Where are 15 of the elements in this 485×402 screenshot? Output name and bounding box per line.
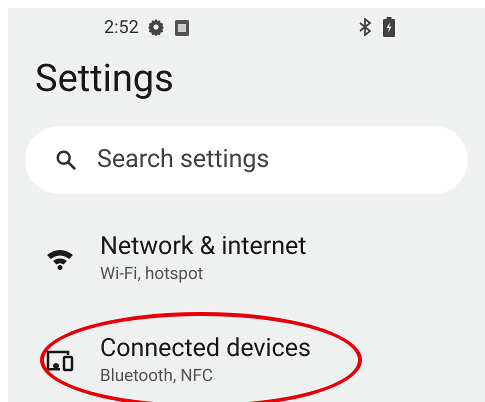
devices-icon: [45, 349, 75, 373]
wifi-icon: [45, 248, 75, 270]
battery-icon: [383, 17, 395, 37]
status-time: 2:52: [104, 16, 139, 40]
search-icon: [55, 149, 77, 171]
search-bar[interactable]: Search settings: [25, 126, 468, 194]
clipboard-icon: [174, 18, 189, 36]
item-subtitle: Wi-Fi, hotspot: [100, 263, 204, 286]
item-title[interactable]: Network & internet: [100, 232, 306, 262]
item-title[interactable]: Connected devices: [100, 334, 311, 364]
page-title: Settings: [35, 56, 174, 103]
bluetooth-icon: [359, 18, 371, 36]
search-input[interactable]: Search settings: [97, 141, 417, 179]
item-subtitle: Bluetooth, NFC: [100, 365, 213, 388]
gear-icon: [146, 18, 165, 36]
